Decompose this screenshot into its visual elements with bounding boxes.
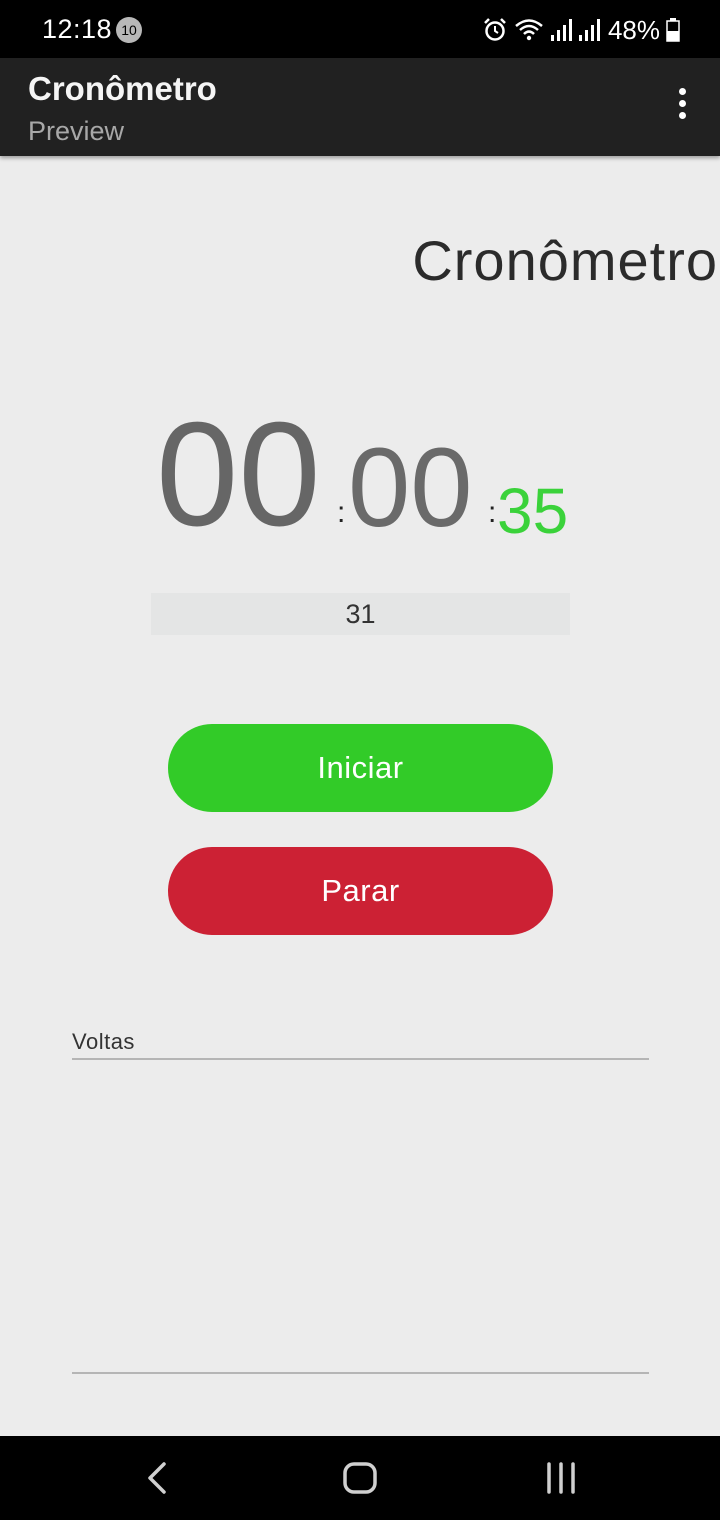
timer-separator: :: [337, 496, 346, 529]
home-icon[interactable]: [340, 1458, 380, 1498]
status-icons: 48%: [482, 14, 680, 46]
battery-percent: 48%: [607, 14, 660, 45]
wifi-icon: [515, 19, 543, 41]
start-button[interactable]: Iniciar: [168, 724, 553, 812]
timer-minutes: 00: [156, 392, 321, 557]
signal-icon-sim1: [550, 19, 572, 41]
alarm-icon: [484, 18, 506, 41]
navigation-bar: [0, 1436, 720, 1520]
timer-centiseconds: 35: [497, 475, 569, 547]
notification-count-badge: 10: [116, 17, 142, 43]
stopwatch-display: 00 : 00 : 35: [0, 400, 720, 550]
laps-list[interactable]: [72, 1062, 649, 1372]
recent-apps-icon[interactable]: [541, 1458, 581, 1498]
app-subtitle: Preview: [28, 116, 125, 146]
stop-button[interactable]: Parar: [168, 847, 553, 935]
app-title: Cronômetro: [28, 70, 217, 107]
laps-label: Voltas: [72, 1029, 135, 1054]
signal-icon-sim2: [578, 19, 600, 41]
divider: [72, 1058, 649, 1060]
counter-display: 31: [151, 593, 570, 635]
status-time: 12:18: [42, 14, 113, 44]
timer-separator: :: [488, 496, 497, 529]
divider: [72, 1372, 649, 1374]
page-heading: Cronômetro: [412, 229, 718, 292]
screen: 12:18 10 48% Cronômetro Preview Cronômet…: [0, 0, 720, 1520]
battery-icon: [666, 18, 680, 42]
status-bar: 12:18 10 48%: [0, 0, 720, 58]
back-icon[interactable]: [138, 1458, 178, 1498]
more-options-icon[interactable]: [670, 88, 694, 128]
app-bar: Cronômetro Preview: [0, 58, 720, 156]
timer-seconds: 00: [348, 425, 473, 550]
